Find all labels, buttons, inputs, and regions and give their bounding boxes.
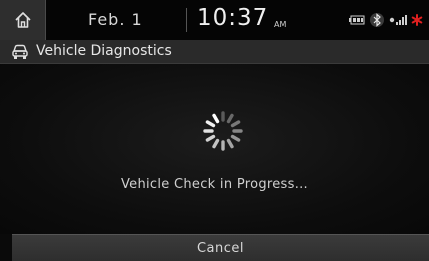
diagnostics-content: Vehicle Check in Progress... (0, 64, 429, 234)
progress-message: Vehicle Check in Progress... (120, 177, 308, 192)
cancel-button[interactable]: Cancel (12, 234, 429, 261)
bluetooth-icon (370, 13, 384, 27)
spinner-segment (226, 138, 234, 149)
spinner-segment (212, 113, 220, 124)
status-icons (349, 12, 423, 28)
status-bar: Feb. 1 10:37 AM (0, 0, 429, 40)
cancel-label: Cancel (196, 240, 245, 256)
loading-spinner-icon (203, 111, 243, 151)
title-bar: Vehicle Diagnostics (0, 40, 429, 64)
home-button[interactable] (0, 0, 46, 40)
spinner-segment (230, 134, 241, 142)
car-icon (12, 44, 28, 59)
signal-icon (389, 15, 407, 25)
date-display: Feb. 1 (88, 10, 143, 29)
home-icon (14, 12, 31, 28)
clock-ampm: AM (274, 20, 287, 29)
spinner-segment (205, 134, 216, 142)
battery-icon (349, 15, 365, 25)
spinner-segment (230, 120, 241, 128)
left-strip (0, 234, 12, 261)
page-title: Vehicle Diagnostics (36, 43, 172, 59)
spinner-segment (212, 138, 220, 149)
clock-time: 10:37 (197, 5, 269, 31)
asterisk-icon (411, 14, 423, 26)
spinner-segment (226, 113, 234, 124)
status-divider (186, 8, 187, 32)
screen: Feb. 1 10:37 AM Vehicle Diagnostics Vehi… (0, 0, 429, 261)
spinner-segment (205, 120, 216, 128)
